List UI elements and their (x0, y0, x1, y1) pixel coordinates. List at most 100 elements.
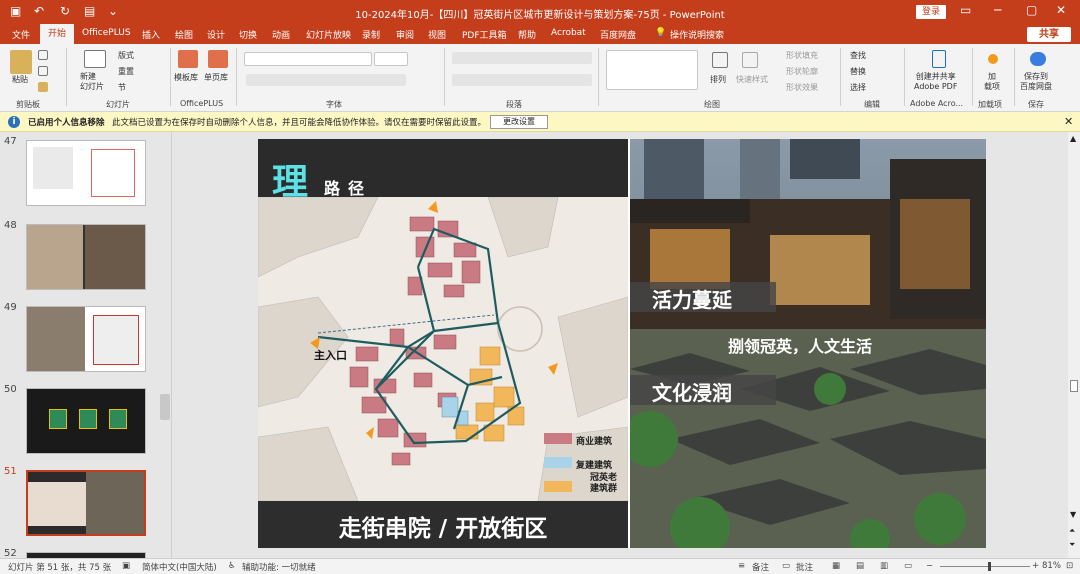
scroll-down-icon[interactable]: ▼ (1070, 510, 1076, 519)
shape-fill-button[interactable]: 形状填充 (786, 50, 818, 61)
undo-icon[interactable]: ↶ (34, 4, 44, 18)
shape-effects-button[interactable]: 形状效果 (786, 82, 818, 93)
single-page-button[interactable]: 单页库 (204, 72, 228, 83)
paste-icon[interactable] (10, 50, 32, 74)
tab-draw[interactable]: 绘图 (175, 28, 193, 41)
save-icon[interactable]: ▣ (10, 4, 21, 18)
tab-view[interactable]: 视图 (428, 28, 446, 41)
slideshow-icon[interactable]: ▭ (904, 561, 912, 571)
notes-icon[interactable]: ≡ (738, 561, 745, 571)
scroll-thumb[interactable] (1070, 380, 1078, 392)
info-icon: i (8, 116, 20, 128)
quick-styles-button[interactable]: 快速样式 (736, 74, 768, 85)
quick-styles-icon[interactable] (742, 52, 758, 68)
customize-icon[interactable]: ▤ (84, 4, 95, 18)
zoom-slider-thumb[interactable] (988, 562, 991, 571)
tab-acrobat[interactable]: Acrobat (551, 28, 586, 38)
tab-home[interactable]: 开始 (40, 24, 75, 44)
tab-pdf-tools[interactable]: PDF工具箱 (462, 28, 507, 41)
accessibility-status[interactable]: 辅助功能: 一切就绪 (242, 561, 316, 573)
arrange-button[interactable]: 排列 (710, 74, 726, 85)
slide-thumbnail-50[interactable] (26, 388, 146, 454)
select-button[interactable]: 选择 (850, 82, 866, 93)
template-button[interactable]: 模板库 (174, 72, 198, 83)
single-page-icon[interactable] (208, 50, 228, 68)
dropdown-icon[interactable]: ⌄ (108, 4, 118, 18)
font-format-buttons[interactable] (246, 74, 406, 86)
previous-slide-icon[interactable]: ⏶ (1069, 526, 1075, 536)
save-baidu-button[interactable]: 保存到 百度网盘 (1020, 72, 1052, 92)
normal-view-icon[interactable]: ▦ (832, 561, 840, 571)
redo-icon[interactable]: ↻ (60, 4, 70, 18)
vertical-scrollbar[interactable]: ▲ ▼ ⏶ ⏷ (1068, 132, 1080, 558)
ribbon-display-icon[interactable]: ▭ (960, 3, 971, 17)
tab-review[interactable]: 审阅 (396, 28, 414, 41)
reading-view-icon[interactable]: ▥ (880, 561, 888, 571)
tab-animations[interactable]: 动画 (272, 28, 290, 41)
new-slide-icon[interactable] (84, 50, 106, 68)
next-slide-icon[interactable]: ⏷ (1069, 540, 1075, 550)
slide-thumbnail-47[interactable] (26, 140, 146, 206)
addins-button[interactable]: 加 载项 (984, 72, 1000, 92)
info-message: 此文档已设置为在保存时自动删除个人信息，并且可能会降低协作体验。请仅在需要时保留… (112, 118, 487, 128)
layout-button[interactable]: 版式 (118, 50, 134, 61)
tell-me-search[interactable]: 操作说明搜索 (670, 28, 724, 41)
accessibility-icon[interactable]: ♿ (228, 561, 236, 571)
tab-help[interactable]: 帮助 (518, 28, 536, 41)
tab-file[interactable]: 文件 (12, 28, 30, 41)
pdf-icon[interactable] (932, 50, 946, 68)
minimize-icon[interactable]: ─ (994, 3, 1001, 17)
scroll-up-icon[interactable]: ▲ (1070, 134, 1076, 143)
change-settings-button[interactable]: 更改设置 (490, 115, 548, 129)
tab-record[interactable]: 录制 (362, 28, 380, 41)
language-indicator[interactable]: 简体中文(中国大陆) (142, 561, 217, 573)
baidu-cloud-icon[interactable] (1030, 52, 1046, 66)
slide-thumbnail-49[interactable] (26, 306, 146, 372)
thumb-figure (28, 526, 86, 534)
paste-label[interactable]: 粘贴 (12, 74, 28, 85)
tab-baidu[interactable]: 百度网盘 (600, 28, 636, 41)
new-slide-label[interactable]: 新建 幻灯片 (80, 72, 104, 92)
zoom-slider[interactable] (940, 566, 1030, 567)
slide-thumbnail-48[interactable] (26, 224, 146, 290)
format-painter-icon[interactable] (38, 82, 48, 92)
notes-button[interactable]: 备注 (752, 561, 769, 573)
share-button[interactable]: 共享 (1027, 27, 1071, 42)
close-icon[interactable]: ✕ (1064, 115, 1073, 128)
slide-sorter-icon[interactable]: ▤ (856, 561, 864, 571)
tab-insert[interactable]: 插入 (142, 28, 160, 41)
slide-thumbnail-51[interactable] (26, 470, 146, 536)
section-button[interactable]: 节 (118, 82, 126, 93)
tab-officeplus[interactable]: OfficePLUS (82, 28, 131, 38)
tab-slideshow[interactable]: 幻灯片放映 (306, 28, 351, 41)
copy-icon[interactable] (38, 66, 48, 76)
thumbnail-scrollbar[interactable] (160, 394, 170, 420)
template-icon[interactable] (178, 50, 198, 68)
replace-button[interactable]: 替换 (850, 66, 866, 77)
font-size-select[interactable] (374, 52, 408, 66)
list-buttons[interactable] (452, 52, 592, 64)
maximize-icon[interactable]: ▢ (1026, 3, 1037, 17)
tab-design[interactable]: 设计 (207, 28, 225, 41)
find-button[interactable]: 查找 (850, 50, 866, 61)
comments-button[interactable]: 批注 (796, 561, 813, 573)
cut-icon[interactable] (38, 50, 48, 60)
align-buttons[interactable] (452, 74, 592, 86)
slide-canvas[interactable]: 理 路径 主入口 商业建筑 复建建筑 冠英老 建筑群 走街串院 / 开放街区 活… (258, 139, 986, 548)
addins-icon[interactable] (988, 54, 998, 64)
shapes-gallery[interactable] (606, 50, 698, 90)
arrange-icon[interactable] (712, 52, 728, 68)
fit-slide-icon[interactable]: ⊡ (1066, 561, 1073, 571)
zoom-out-icon[interactable]: − (926, 561, 933, 571)
login-button[interactable]: 登录 (916, 5, 946, 19)
comments-icon[interactable]: ▭ (782, 561, 790, 571)
close-icon[interactable]: ✕ (1056, 3, 1066, 17)
zoom-in-icon[interactable]: + (1032, 561, 1039, 571)
font-name-select[interactable] (244, 52, 372, 66)
spellcheck-icon[interactable]: ▣ (122, 561, 130, 571)
create-pdf-button[interactable]: 创建并共享 Adobe PDF (914, 72, 957, 92)
reset-button[interactable]: 重置 (118, 66, 134, 77)
tab-transitions[interactable]: 切换 (239, 28, 257, 41)
shape-outline-button[interactable]: 形状轮廓 (786, 66, 818, 77)
zoom-level[interactable]: 81% (1042, 561, 1061, 571)
